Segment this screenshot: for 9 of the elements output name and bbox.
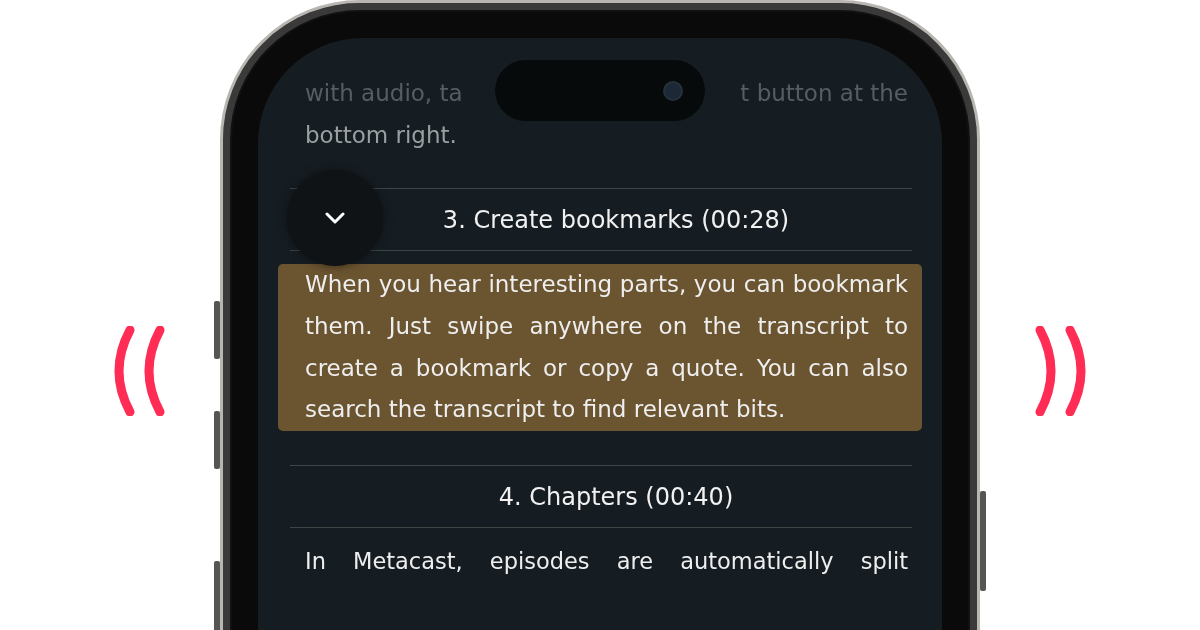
chapter-title[interactable]: 4. Chapters (00:40) <box>468 482 734 511</box>
camera-icon <box>663 80 683 101</box>
paragraph-text: In Metacast, episodes are automatically split <box>305 547 908 577</box>
chapter-title[interactable]: 3. Create bookmarks (00:28) <box>412 205 790 234</box>
chevron-down-icon <box>325 212 345 224</box>
paragraph-text: bottom right. <box>305 121 458 150</box>
paragraph-text: with audio, ta <box>305 79 463 108</box>
paragraph-text: When you hear interesting parts, you can bookmark them. Just swipe anywhere on the transcript to create a bookmark or copy a quote. You can also search the transcript to find relevant bits. <box>305 270 908 425</box>
paragraph-text: t button at the <box>740 79 908 108</box>
